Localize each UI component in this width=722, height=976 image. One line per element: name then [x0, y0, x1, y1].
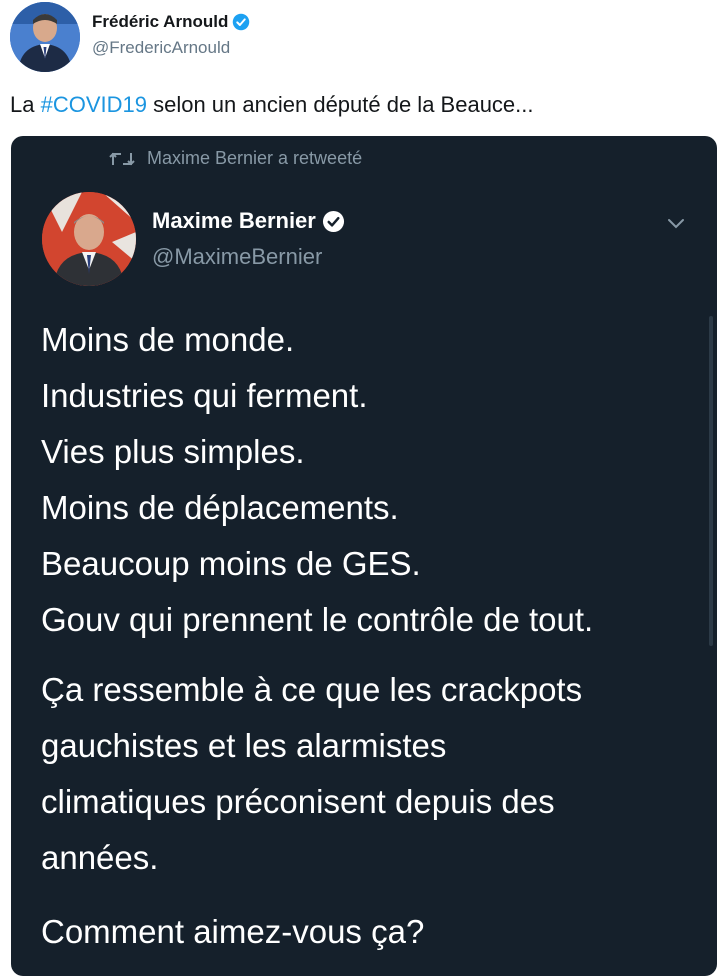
tweet-paragraph: Comment aimez-vous ça? [41, 904, 701, 960]
retweet-indicator: Maxime Bernier a retweeté [109, 148, 362, 169]
outer-tweet-text: La #COVID19 selon un ancien député de la… [10, 92, 534, 118]
outer-text-suffix: selon un ancien député de la Beauce... [146, 92, 534, 117]
inner-author-name[interactable]: Maxime Bernier [152, 208, 316, 234]
tweet-line: Moins de monde. [41, 321, 295, 358]
tweet-line: gauchistes et les alarmistes [41, 727, 447, 764]
tweet-line: climatiques préconisent depuis des [41, 783, 555, 820]
tweet-line: Ça ressemble à ce que les crackpots [41, 671, 583, 708]
retweet-icon [109, 152, 135, 165]
hashtag-link[interactable]: #COVID19 [41, 92, 147, 117]
outer-author-avatar[interactable] [10, 2, 80, 72]
tweet-line: Moins de déplacements. [41, 489, 399, 526]
verified-badge-icon [233, 13, 250, 31]
tweet-line: Comment aimez-vous ça? [41, 913, 425, 950]
tweet-line: Vies plus simples. [41, 433, 305, 470]
outer-tweet-header: Frédéric Arnould @FredericArnould [10, 2, 710, 74]
tweet-paragraph: Ça ressemble à ce que les crackpots gauc… [41, 662, 701, 886]
retweet-screenshot: Maxime Bernier a retweeté Maxime Bernier… [11, 136, 717, 976]
chevron-down-icon[interactable] [665, 212, 687, 234]
outer-author-name[interactable]: Frédéric Arnould [92, 12, 228, 32]
tweet-line: années. [41, 839, 159, 876]
tweet-paragraph: Moins de monde. Industries qui ferment. … [41, 312, 701, 648]
retweeted-by-label[interactable]: Maxime Bernier a retweeté [147, 148, 362, 169]
verified-badge-icon [322, 210, 344, 232]
retweet-text: Moins de monde. Industries qui ferment. … [41, 312, 701, 960]
inner-author-handle[interactable]: @MaximeBernier [152, 244, 322, 270]
outer-text-prefix: La [10, 92, 41, 117]
tweet-line: Gouv qui prennent le contrôle de tout. [41, 601, 594, 638]
outer-author-handle[interactable]: @FredericArnould [92, 38, 230, 58]
tweet-line: Industries qui ferment. [41, 377, 368, 414]
inner-author-avatar[interactable] [42, 192, 136, 286]
tweet-line: Beaucoup moins de GES. [41, 545, 421, 582]
scrollbar[interactable] [709, 316, 713, 646]
